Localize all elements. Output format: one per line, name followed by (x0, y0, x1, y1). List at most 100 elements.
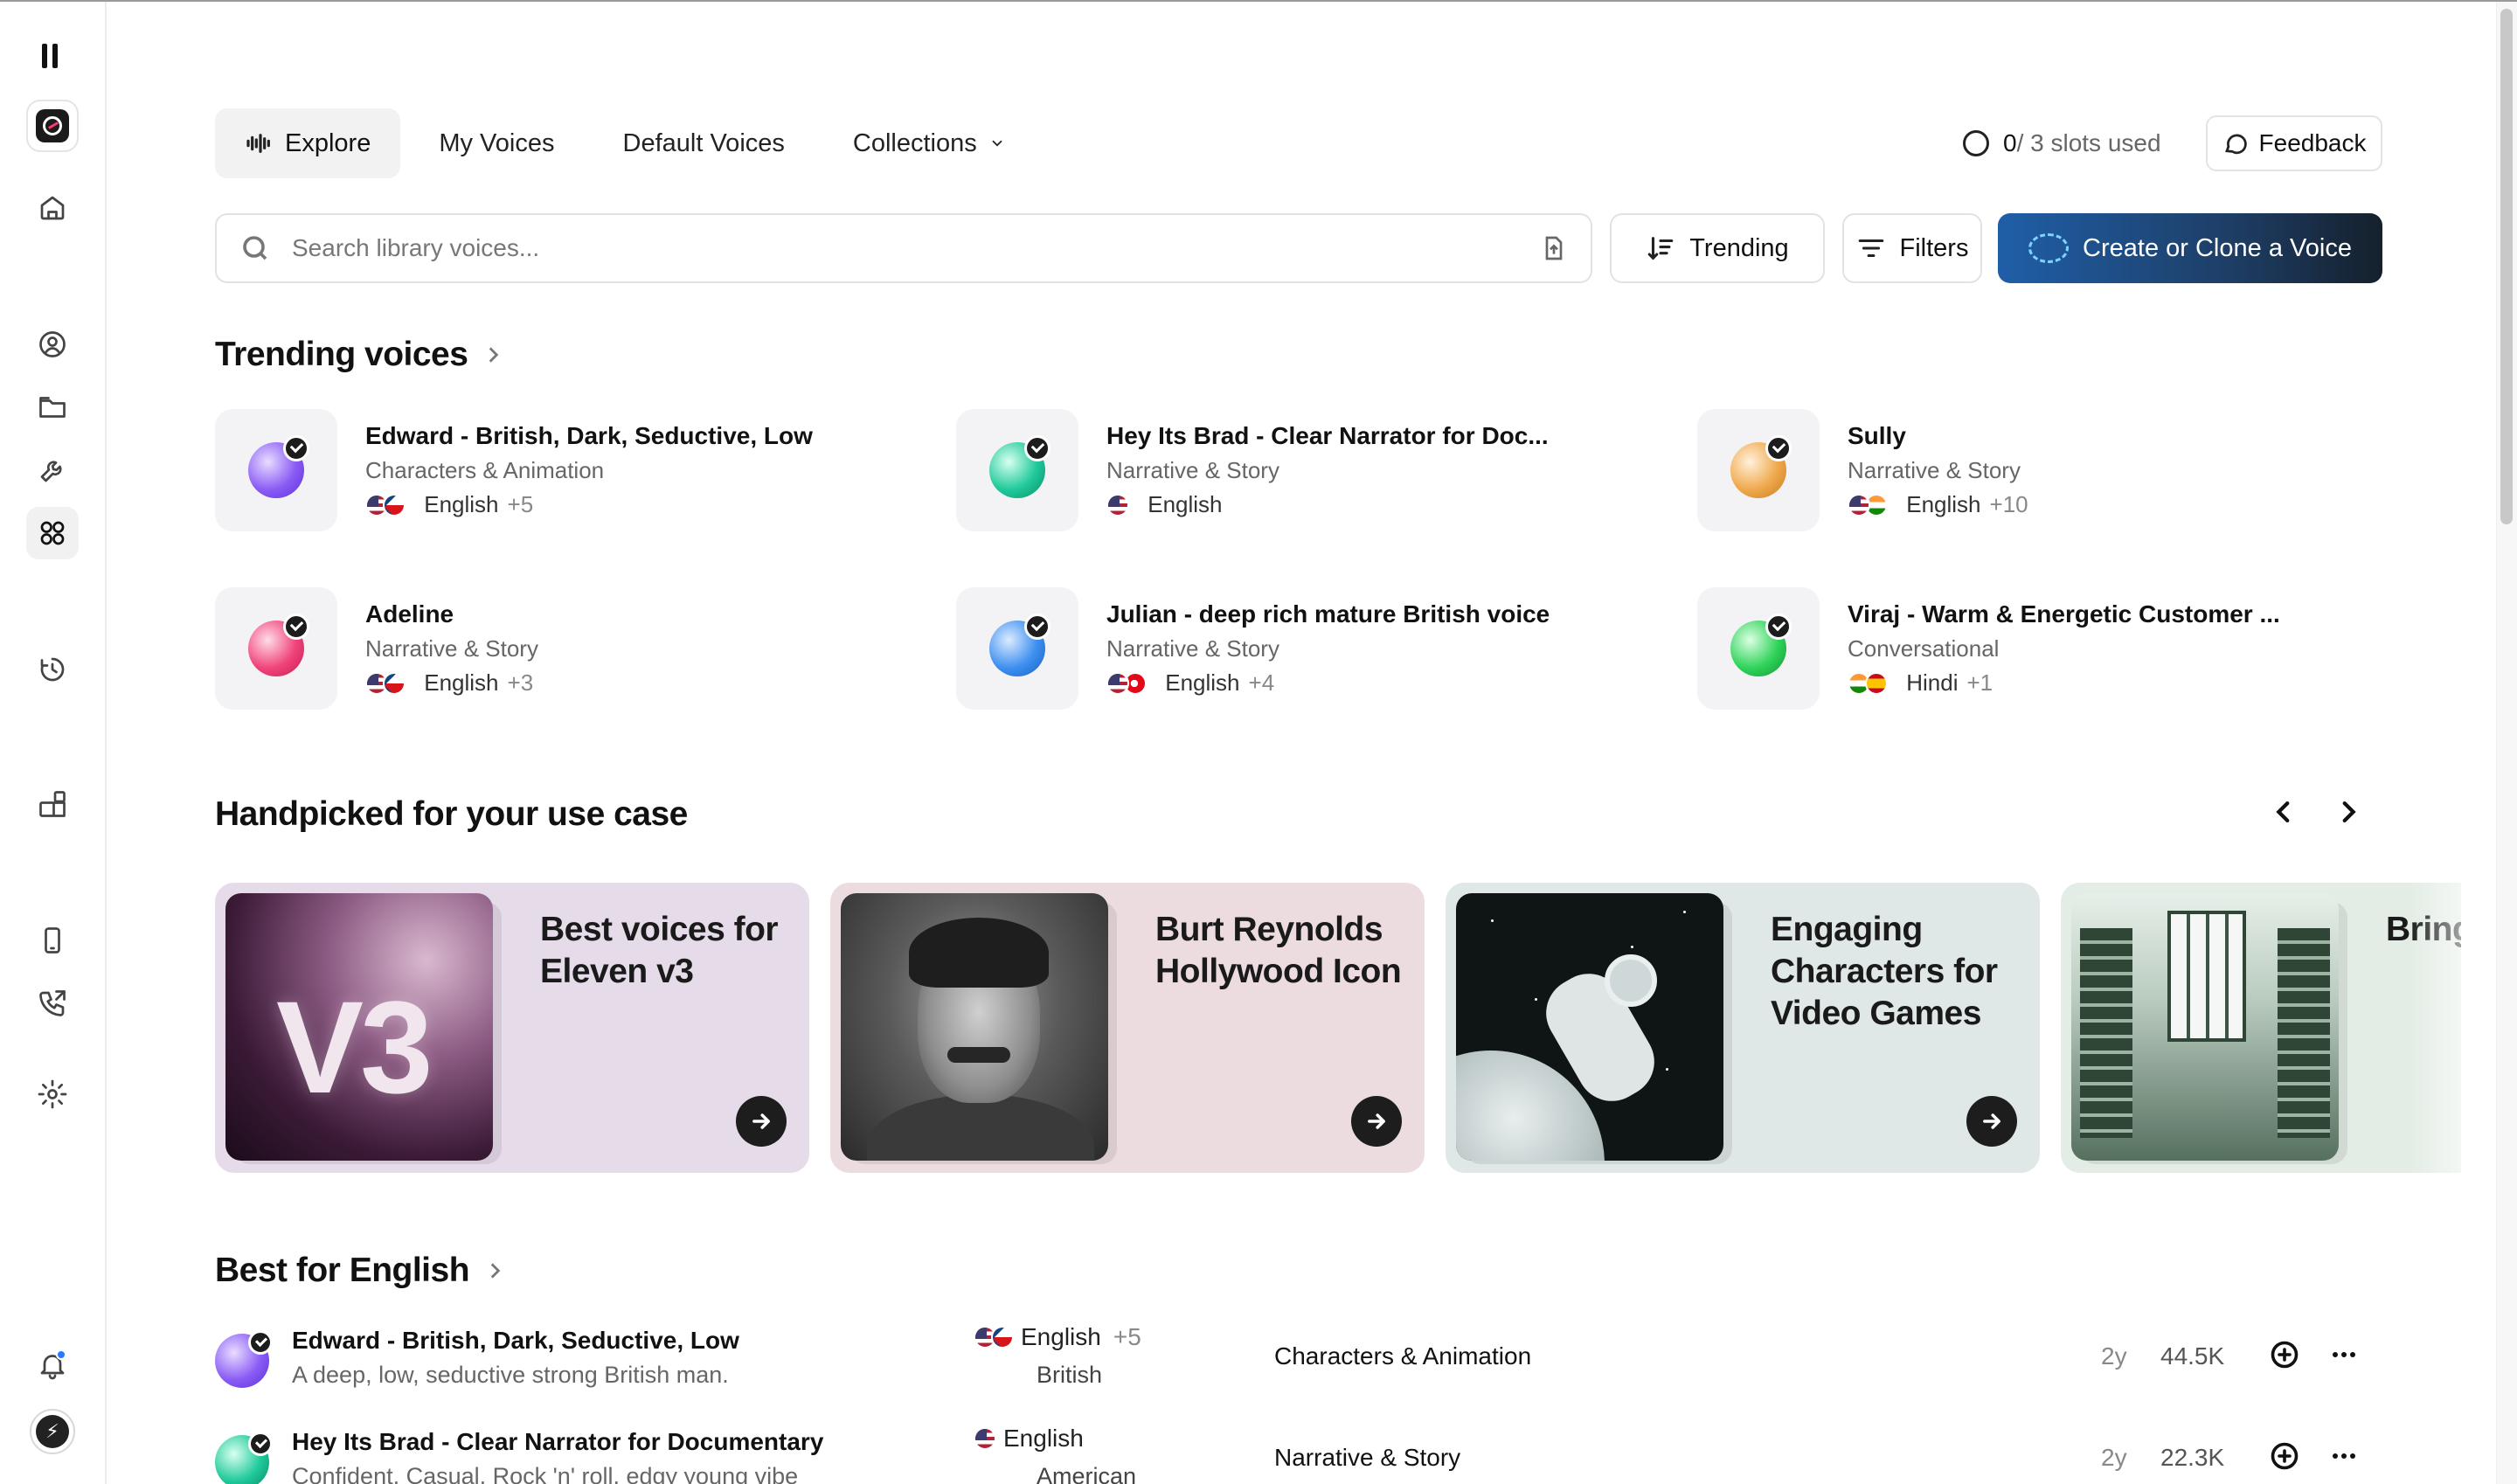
carousel-nav (2269, 797, 2363, 827)
voice-category: Narrative & Story (365, 635, 538, 662)
voice-name: Hey Its Brad - Clear Narrator for Doc... (1106, 422, 1549, 449)
more-options-button[interactable] (2328, 1339, 2360, 1370)
sidebar-item-projects[interactable] (26, 381, 79, 433)
wrench-icon (40, 461, 62, 482)
grid-circles-icon (40, 521, 65, 545)
voice-orb-icon (2028, 233, 2070, 263)
voice-list-row[interactable]: Edward - British, Dark, Seductive, Low A… (215, 1323, 2382, 1411)
history-icon (40, 657, 65, 682)
user-circle-icon (39, 331, 66, 357)
voice-category: Characters & Animation (365, 457, 605, 483)
voice-thumbnail (215, 409, 337, 531)
card-arrow-button[interactable] (1966, 1096, 2017, 1147)
trending-sort-label: Trending (1689, 233, 1789, 262)
voice-description: Confident, Casual, Rock 'n' roll, edgy y… (292, 1463, 799, 1484)
carousel-prev-icon[interactable] (2269, 797, 2299, 827)
verified-badge-icon (1765, 614, 1792, 640)
pause-icon[interactable] (42, 44, 63, 70)
voice-list-row[interactable]: Hey Its Brad - Clear Narrator for Docume… (215, 1425, 2382, 1484)
voice-thumbnail (1697, 409, 1820, 531)
create-clone-voice-button[interactable]: Create or Clone a Voice (1998, 213, 2382, 283)
voice-age: 2y (2101, 1444, 2127, 1471)
voice-description: A deep, low, seductive strong British ma… (292, 1362, 729, 1388)
handpicked-card[interactable]: V3 Best voices for Eleven v3 (215, 883, 809, 1173)
more-options-button[interactable] (2328, 1440, 2360, 1472)
verified-badge-icon (1765, 435, 1792, 461)
sidebar-item-phone-calls[interactable] (26, 977, 79, 1030)
arrow-right-icon (1983, 1113, 2000, 1129)
voice-category: Narrative & Story (1848, 457, 2021, 483)
tab-explore-label: Explore (285, 128, 371, 157)
trending-voices-title: Trending voices (215, 336, 468, 373)
bolt-icon: ⚡ (36, 1415, 69, 1448)
trending-voice-card[interactable]: Edward - British, Dark, Seductive, Low C… (215, 409, 932, 531)
filters-button[interactable]: Filters (1842, 213, 1982, 283)
feedback-button[interactable]: Feedback (2206, 115, 2382, 171)
verified-badge-icon (283, 435, 309, 461)
trending-voice-card[interactable]: Adeline Narrative & Story English +3 (215, 587, 932, 710)
sidebar-item-integrations[interactable] (26, 778, 79, 830)
verified-badge-icon (1024, 614, 1050, 640)
plus-circle-icon (2271, 1442, 2299, 1470)
voice-usage-count: 22.3K (2160, 1444, 2225, 1471)
voice-slots-indicator: 0/ 3 slots used (1963, 115, 2161, 171)
trending-voice-card[interactable]: Hey Its Brad - Clear Narrator for Doc...… (956, 409, 1673, 531)
voice-age: 2y (2101, 1342, 2127, 1370)
best-english-title: Best for English (215, 1252, 470, 1289)
flag-icons (1106, 493, 1129, 517)
handpicked-card[interactable]: Engaging Characters for Video Games (1446, 883, 2040, 1173)
voice-name: Viraj - Warm & Energetic Customer ... (1848, 600, 2280, 628)
sidebar-item-voice-library[interactable] (26, 507, 79, 559)
voice-name: Edward - British, Dark, Seductive, Low (365, 422, 813, 449)
tab-collections[interactable]: Collections (823, 108, 1035, 178)
search-bar (215, 213, 1592, 283)
tab-explore[interactable]: Explore (215, 108, 401, 178)
sidebar-item-tools[interactable] (26, 444, 79, 496)
workspace-logo[interactable] (26, 100, 79, 152)
card-image (2071, 893, 2339, 1161)
voice-category: Conversational (1848, 635, 2000, 662)
flag-icons (974, 1427, 996, 1450)
sidebar-item-settings[interactable] (26, 1068, 79, 1120)
card-arrow-button[interactable] (736, 1096, 787, 1147)
add-voice-button[interactable] (2269, 1440, 2300, 1472)
flag-icons (1848, 493, 1888, 517)
upload-file-icon[interactable] (1540, 234, 1568, 262)
handpicked-card[interactable]: Bring stories (2061, 883, 2461, 1173)
sidebar-item-home[interactable] (26, 182, 79, 234)
add-voice-button[interactable] (2269, 1339, 2300, 1370)
trending-voice-card[interactable]: Sully Narrative & Story English +10 (1697, 409, 2414, 531)
voice-name: Julian - deep rich mature British voice (1106, 600, 1550, 628)
tab-my-voices-label: My Voices (439, 128, 555, 157)
folder-icon (39, 397, 66, 418)
best-english-heading[interactable]: Best for English (215, 1252, 506, 1290)
tab-my-voices[interactable]: My Voices (409, 108, 584, 178)
sidebar-item-notifications[interactable] (26, 1339, 79, 1391)
voice-thumbnail (1697, 587, 1820, 710)
voice-category: Narrative & Story (1106, 457, 1279, 483)
trending-sort-button[interactable]: Trending (1610, 213, 1825, 283)
account-avatar[interactable]: ⚡ (30, 1409, 75, 1454)
voice-language: English +4 (1106, 669, 1550, 697)
sidebar-item-history[interactable] (26, 643, 79, 696)
carousel-fade (2409, 883, 2496, 1173)
trending-voice-card[interactable]: Viraj - Warm & Energetic Customer ... Co… (1697, 587, 2414, 710)
scrollbar-thumb[interactable] (2500, 9, 2513, 524)
voice-name: Adeline (365, 600, 454, 628)
voice-language: English +5 (365, 491, 813, 518)
voice-usage-count: 44.5K (2160, 1342, 2225, 1370)
carousel-next-icon[interactable] (2333, 797, 2363, 827)
page-scrollbar[interactable] (2496, 2, 2517, 1484)
search-input[interactable] (292, 234, 1540, 262)
chevron-down-icon (992, 140, 1002, 147)
handpicked-card[interactable]: Burt Reynolds Hollywood Icon (830, 883, 1425, 1173)
sidebar-item-voices-user[interactable] (26, 318, 79, 371)
tab-default-voices[interactable]: Default Voices (593, 108, 815, 178)
card-arrow-button[interactable] (1351, 1096, 1402, 1147)
sidebar-item-mobile[interactable] (26, 914, 79, 967)
logo-icon (36, 109, 69, 142)
trending-voices-heading[interactable]: Trending voices (215, 336, 504, 374)
tab-collections-label: Collections (852, 128, 977, 157)
trending-voice-card[interactable]: Julian - deep rich mature British voice … (956, 587, 1673, 710)
filters-label: Filters (1899, 233, 1969, 262)
